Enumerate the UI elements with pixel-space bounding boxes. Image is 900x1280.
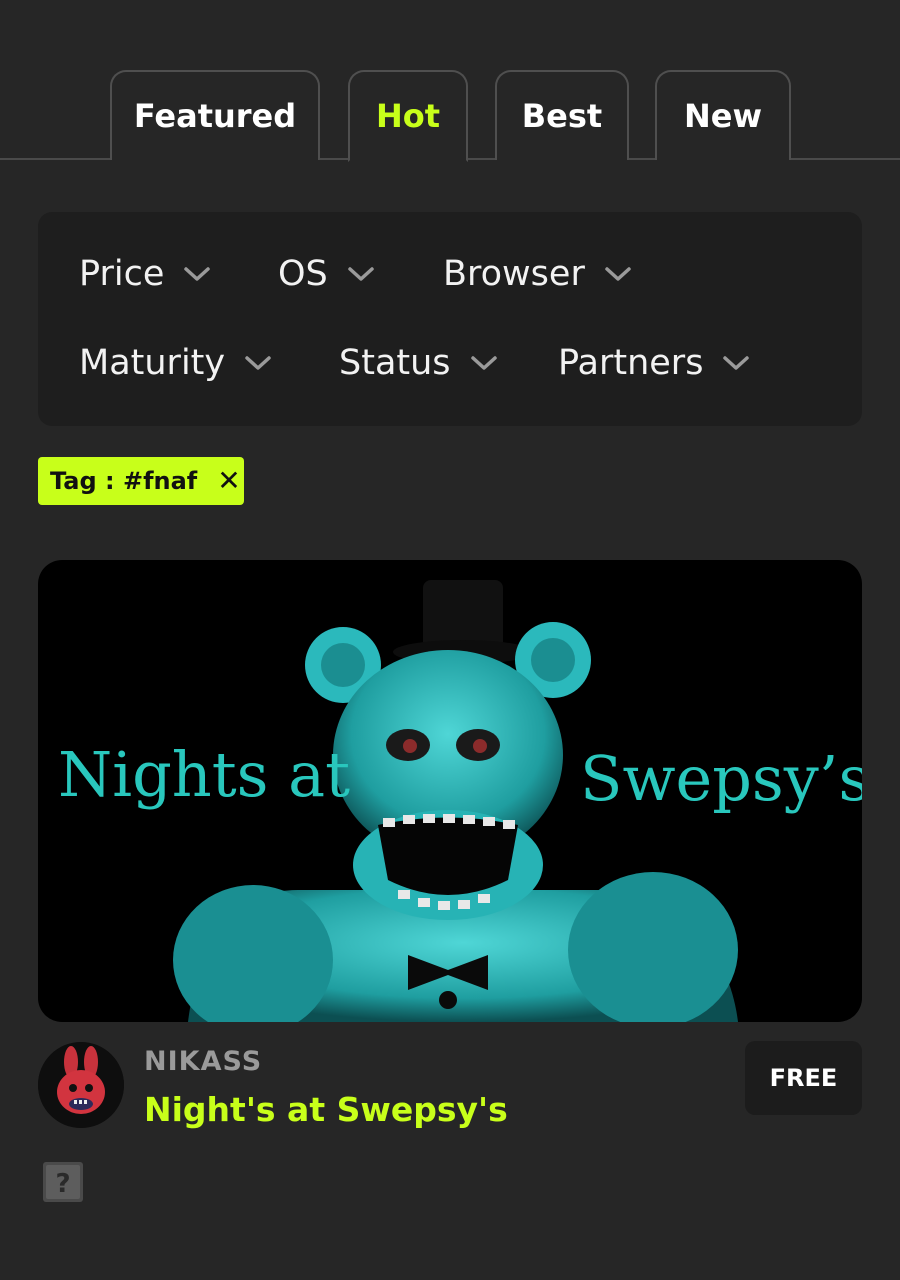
chevron-down-icon xyxy=(348,267,374,281)
partners-filter-dropdown[interactable]: Partners xyxy=(558,343,751,383)
cover-title-left: Nights at xyxy=(58,738,351,811)
chevron-down-icon xyxy=(470,356,497,370)
bunny-avatar-icon xyxy=(38,1042,124,1128)
tab-hot[interactable]: Hot xyxy=(348,70,468,162)
author-avatar[interactable] xyxy=(38,1042,124,1128)
os-filter-dropdown[interactable]: OS xyxy=(278,254,376,294)
chevron-down-icon xyxy=(245,356,271,370)
category-tabs: Featured Hot Best New xyxy=(0,0,900,162)
cover-title-right: Swepsy’s xyxy=(580,742,862,815)
maturity-filter-label: Maturity xyxy=(79,343,226,383)
status-filter-dropdown[interactable]: Status xyxy=(339,343,499,383)
game-cover-image[interactable]: Nights at Swepsy’s xyxy=(38,560,862,1022)
price-filter-dropdown[interactable]: Price xyxy=(79,254,212,294)
chevron-down-icon xyxy=(723,356,750,370)
price-badge: FREE xyxy=(745,1041,862,1115)
filter-panel: Price OS Browser Maturity Status Partner… xyxy=(38,212,862,426)
active-tag-chip[interactable]: Tag : #fnaf ✕ xyxy=(38,457,244,505)
browser-filter-label: Browser xyxy=(443,254,585,294)
status-filter-label: Status xyxy=(339,343,451,383)
chevron-down-icon xyxy=(605,267,631,281)
price-filter-label: Price xyxy=(79,254,165,294)
svg-text:?: ? xyxy=(55,1169,70,1199)
partners-filter-label: Partners xyxy=(558,343,704,383)
tab-new[interactable]: New xyxy=(655,70,791,160)
tag-label: Tag : #fnaf xyxy=(50,467,198,495)
os-filter-label: OS xyxy=(278,254,328,294)
close-icon[interactable]: ✕ xyxy=(217,467,240,495)
browser-filter-dropdown[interactable]: Browser xyxy=(443,254,633,294)
game-title[interactable]: Night's at Swepsy's xyxy=(144,1090,508,1129)
unknown-platform-icon: ? xyxy=(43,1162,83,1202)
chevron-down-icon xyxy=(184,267,211,281)
tab-best[interactable]: Best xyxy=(495,70,629,160)
tab-featured[interactable]: Featured xyxy=(110,70,320,160)
maturity-filter-dropdown[interactable]: Maturity xyxy=(79,343,273,383)
author-name[interactable]: NIKASS xyxy=(144,1046,262,1077)
